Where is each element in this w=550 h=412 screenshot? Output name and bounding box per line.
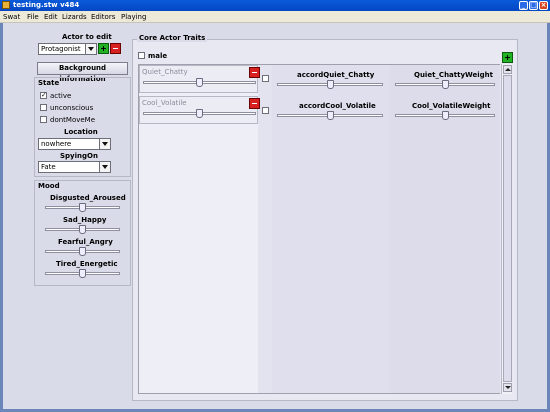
unconscious-label: unconscious	[50, 104, 94, 112]
menu-file[interactable]: File	[27, 13, 39, 21]
slider-thumb[interactable]	[327, 80, 334, 89]
state-heading: State	[38, 79, 60, 87]
trait-name: Quiet_Chatty	[142, 68, 188, 76]
weight-slider[interactable]	[395, 111, 495, 123]
trait-checkbox[interactable]	[262, 75, 269, 82]
remove-trait-button[interactable]	[249, 67, 260, 78]
accord-slider[interactable]	[277, 80, 383, 92]
weight-label: Quiet_ChattyWeight	[414, 71, 493, 79]
slider-thumb[interactable]	[79, 247, 86, 256]
remove-actor-button[interactable]	[110, 43, 121, 54]
active-checkbox[interactable]	[40, 91, 47, 99]
traits-grid: Quiet_Chatty accordQuiet_Chatty Quiet_Ch…	[138, 64, 500, 394]
trait-row: Cool_Volatile	[139, 96, 260, 124]
background-information-button[interactable]: Background information	[37, 62, 128, 83]
trait-row: Quiet_Chatty	[139, 65, 260, 93]
slider-thumb[interactable]	[196, 109, 203, 118]
accord-label: accordQuiet_Chatty	[297, 71, 375, 79]
sad-happy-slider[interactable]	[45, 225, 120, 237]
spyingon-label: SpyingOn	[60, 152, 98, 160]
scroll-thumb[interactable]	[503, 75, 512, 382]
title-bar: testing.stw v484 _ □ ×	[0, 0, 550, 11]
slider-thumb[interactable]	[442, 80, 449, 89]
slider-thumb[interactable]	[79, 225, 86, 234]
menu-lizards[interactable]: Lizards	[62, 13, 87, 21]
menu-bar: Swat File Edit Lizards Editors Playing	[0, 11, 550, 23]
trait-checkbox[interactable]	[262, 107, 269, 114]
tired-energetic-slider[interactable]	[45, 269, 120, 281]
main-content: Actor to edit Protagonist Background inf…	[3, 23, 547, 409]
window-title: testing.stw v484	[13, 1, 80, 9]
mood-heading: Mood	[38, 182, 60, 190]
remove-trait-button[interactable]	[249, 98, 260, 109]
app-icon	[2, 1, 10, 9]
scroll-down-button[interactable]	[503, 383, 512, 392]
fearful-angry-slider[interactable]	[45, 247, 120, 259]
menu-edit[interactable]: Edit	[44, 13, 58, 21]
dontmoveme-label: dontMoveMe	[50, 116, 96, 124]
slider-thumb[interactable]	[327, 111, 334, 120]
male-label: male	[148, 52, 168, 60]
slider-thumb[interactable]	[196, 78, 203, 87]
menu-playing[interactable]: Playing	[121, 13, 146, 21]
chevron-down-icon	[99, 162, 110, 172]
location-label: Location	[64, 128, 98, 136]
location-select[interactable]: nowhere	[38, 138, 111, 150]
minimize-button[interactable]: _	[519, 1, 528, 10]
trait-slider[interactable]	[143, 78, 256, 90]
male-checkbox[interactable]	[138, 52, 145, 59]
tired-energetic-label: Tired_Energetic	[56, 260, 118, 268]
state-group: State active unconscious dontMoveMe Loca…	[34, 77, 131, 177]
chevron-down-icon	[99, 139, 110, 149]
mood-group: Mood Disgusted_Aroused Sad_Happy Fearful…	[34, 180, 131, 286]
spyingon-select[interactable]: Fate	[38, 161, 111, 173]
core-traits-group: Core Actor Traits male Quiet_Chatty acco…	[132, 34, 518, 401]
trait-slider[interactable]	[143, 109, 256, 121]
actor-select[interactable]: Protagonist	[38, 43, 97, 55]
add-actor-button[interactable]	[98, 43, 109, 54]
weight-label: Cool_VolatileWeight	[412, 102, 491, 110]
sad-happy-label: Sad_Happy	[63, 216, 107, 224]
dontmoveme-checkbox[interactable]	[40, 116, 47, 123]
disgusted-aroused-slider[interactable]	[45, 203, 120, 215]
weight-slider[interactable]	[395, 80, 495, 92]
slider-thumb[interactable]	[79, 203, 86, 212]
menu-editors[interactable]: Editors	[91, 13, 115, 21]
trait-name: Cool_Volatile	[142, 99, 187, 107]
actor-to-edit-label: Actor to edit	[62, 33, 112, 41]
scroll-up-button[interactable]	[503, 65, 512, 74]
menu-swat[interactable]: Swat	[3, 13, 20, 21]
core-traits-heading: Core Actor Traits	[137, 34, 208, 42]
slider-thumb[interactable]	[79, 269, 86, 278]
unconscious-checkbox[interactable]	[40, 104, 47, 111]
accord-slider[interactable]	[277, 111, 383, 123]
close-window-button[interactable]: ×	[539, 1, 548, 10]
fearful-angry-label: Fearful_Angry	[58, 238, 113, 246]
disgusted-aroused-label: Disgusted_Aroused	[50, 194, 126, 202]
accord-label: accordCool_Volatile	[299, 102, 376, 110]
chevron-down-icon	[85, 44, 96, 54]
traits-scrollbar[interactable]	[501, 64, 512, 394]
maximize-button[interactable]: □	[529, 1, 538, 10]
active-label: active	[50, 92, 72, 100]
add-trait-button[interactable]	[502, 52, 513, 63]
slider-thumb[interactable]	[442, 111, 449, 120]
